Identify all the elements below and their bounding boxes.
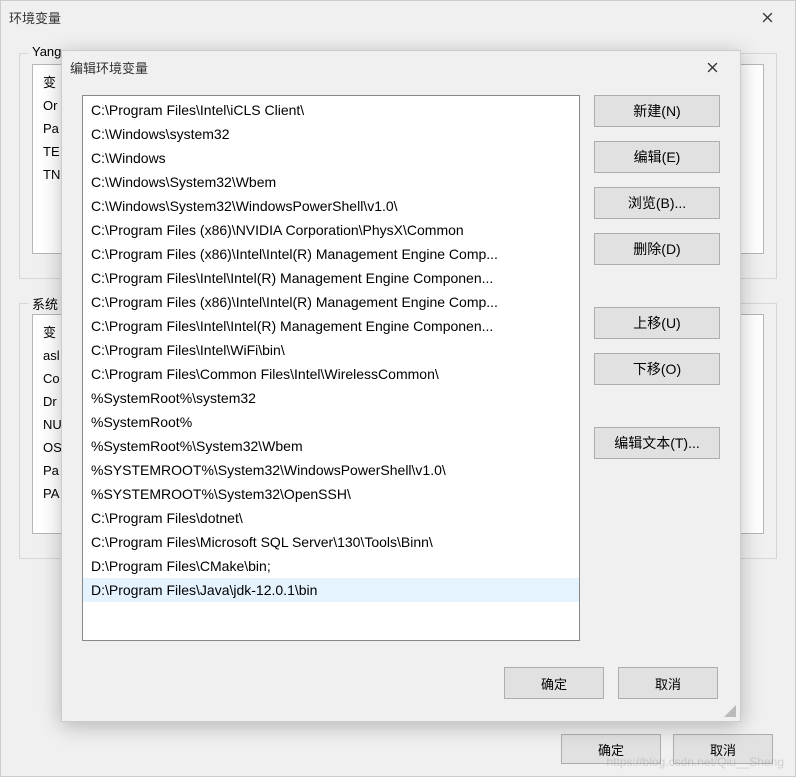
outer-cancel-button[interactable]: 取消	[673, 734, 773, 764]
edit-env-var-dialog: 编辑环境变量 C:\Program Files\Intel\iCLS Clien…	[61, 50, 741, 722]
path-item[interactable]: C:\Program Files\Common Files\Intel\Wire…	[83, 362, 579, 386]
close-icon[interactable]	[692, 53, 732, 81]
close-icon[interactable]	[747, 3, 787, 31]
path-item[interactable]: C:\Program Files\Intel\Intel(R) Manageme…	[83, 266, 579, 290]
move-up-button[interactable]: 上移(U)	[594, 307, 720, 339]
path-item[interactable]: %SystemRoot%	[83, 410, 579, 434]
path-item[interactable]: C:\Program Files (x86)\Intel\Intel(R) Ma…	[83, 242, 579, 266]
resize-grip-icon[interactable]	[722, 703, 736, 717]
browse-button[interactable]: 浏览(B)...	[594, 187, 720, 219]
path-item[interactable]: C:\Program Files (x86)\NVIDIA Corporatio…	[83, 218, 579, 242]
new-button[interactable]: 新建(N)	[594, 95, 720, 127]
path-item[interactable]: C:\Windows\System32\Wbem	[83, 170, 579, 194]
path-item[interactable]: %SYSTEMROOT%\System32\OpenSSH\	[83, 482, 579, 506]
path-list[interactable]: C:\Program Files\Intel\iCLS Client\C:\Wi…	[82, 95, 580, 641]
path-item[interactable]: C:\Program Files\Microsoft SQL Server\13…	[83, 530, 579, 554]
inner-title-bar: 编辑环境变量	[62, 51, 740, 83]
path-item[interactable]: C:\Windows	[83, 146, 579, 170]
path-item[interactable]: C:\Program Files\Intel\iCLS Client\	[83, 98, 579, 122]
edit-text-button[interactable]: 编辑文本(T)...	[594, 427, 720, 459]
path-item[interactable]: %SystemRoot%\System32\Wbem	[83, 434, 579, 458]
outer-bottom-buttons: 确定 取消	[561, 734, 773, 764]
path-item[interactable]: D:\Program Files\CMake\bin;	[83, 554, 579, 578]
path-item[interactable]: C:\Windows\System32\WindowsPowerShell\v1…	[83, 194, 579, 218]
inner-ok-button[interactable]: 确定	[504, 667, 604, 699]
side-buttons: 新建(N) 编辑(E) 浏览(B)... 删除(D) 上移(U) 下移(O) 编…	[594, 95, 720, 641]
outer-window-title: 环境变量	[9, 8, 747, 27]
path-item[interactable]: C:\Program Files (x86)\Intel\Intel(R) Ma…	[83, 290, 579, 314]
user-group-title: Yang	[28, 44, 65, 59]
inner-body: C:\Program Files\Intel\iCLS Client\C:\Wi…	[62, 83, 740, 653]
path-item[interactable]: C:\Program Files\Intel\WiFi\bin\	[83, 338, 579, 362]
edit-button[interactable]: 编辑(E)	[594, 141, 720, 173]
outer-ok-button[interactable]: 确定	[561, 734, 661, 764]
inner-window-title: 编辑环境变量	[70, 58, 692, 77]
inner-bottom-buttons: 确定 取消	[504, 667, 718, 699]
path-item[interactable]: C:\Windows\system32	[83, 122, 579, 146]
path-item[interactable]: %SYSTEMROOT%\System32\WindowsPowerShell\…	[83, 458, 579, 482]
path-item[interactable]: C:\Program Files\Intel\Intel(R) Manageme…	[83, 314, 579, 338]
inner-cancel-button[interactable]: 取消	[618, 667, 718, 699]
system-group-title: 系统	[28, 294, 62, 313]
path-item[interactable]: %SystemRoot%\system32	[83, 386, 579, 410]
outer-title-bar: 环境变量	[1, 1, 795, 33]
spacer	[594, 279, 720, 293]
spacer	[594, 399, 720, 413]
move-down-button[interactable]: 下移(O)	[594, 353, 720, 385]
delete-button[interactable]: 删除(D)	[594, 233, 720, 265]
path-item[interactable]: C:\Program Files\dotnet\	[83, 506, 579, 530]
path-item[interactable]: D:\Program Files\Java\jdk-12.0.1\bin	[83, 578, 579, 602]
